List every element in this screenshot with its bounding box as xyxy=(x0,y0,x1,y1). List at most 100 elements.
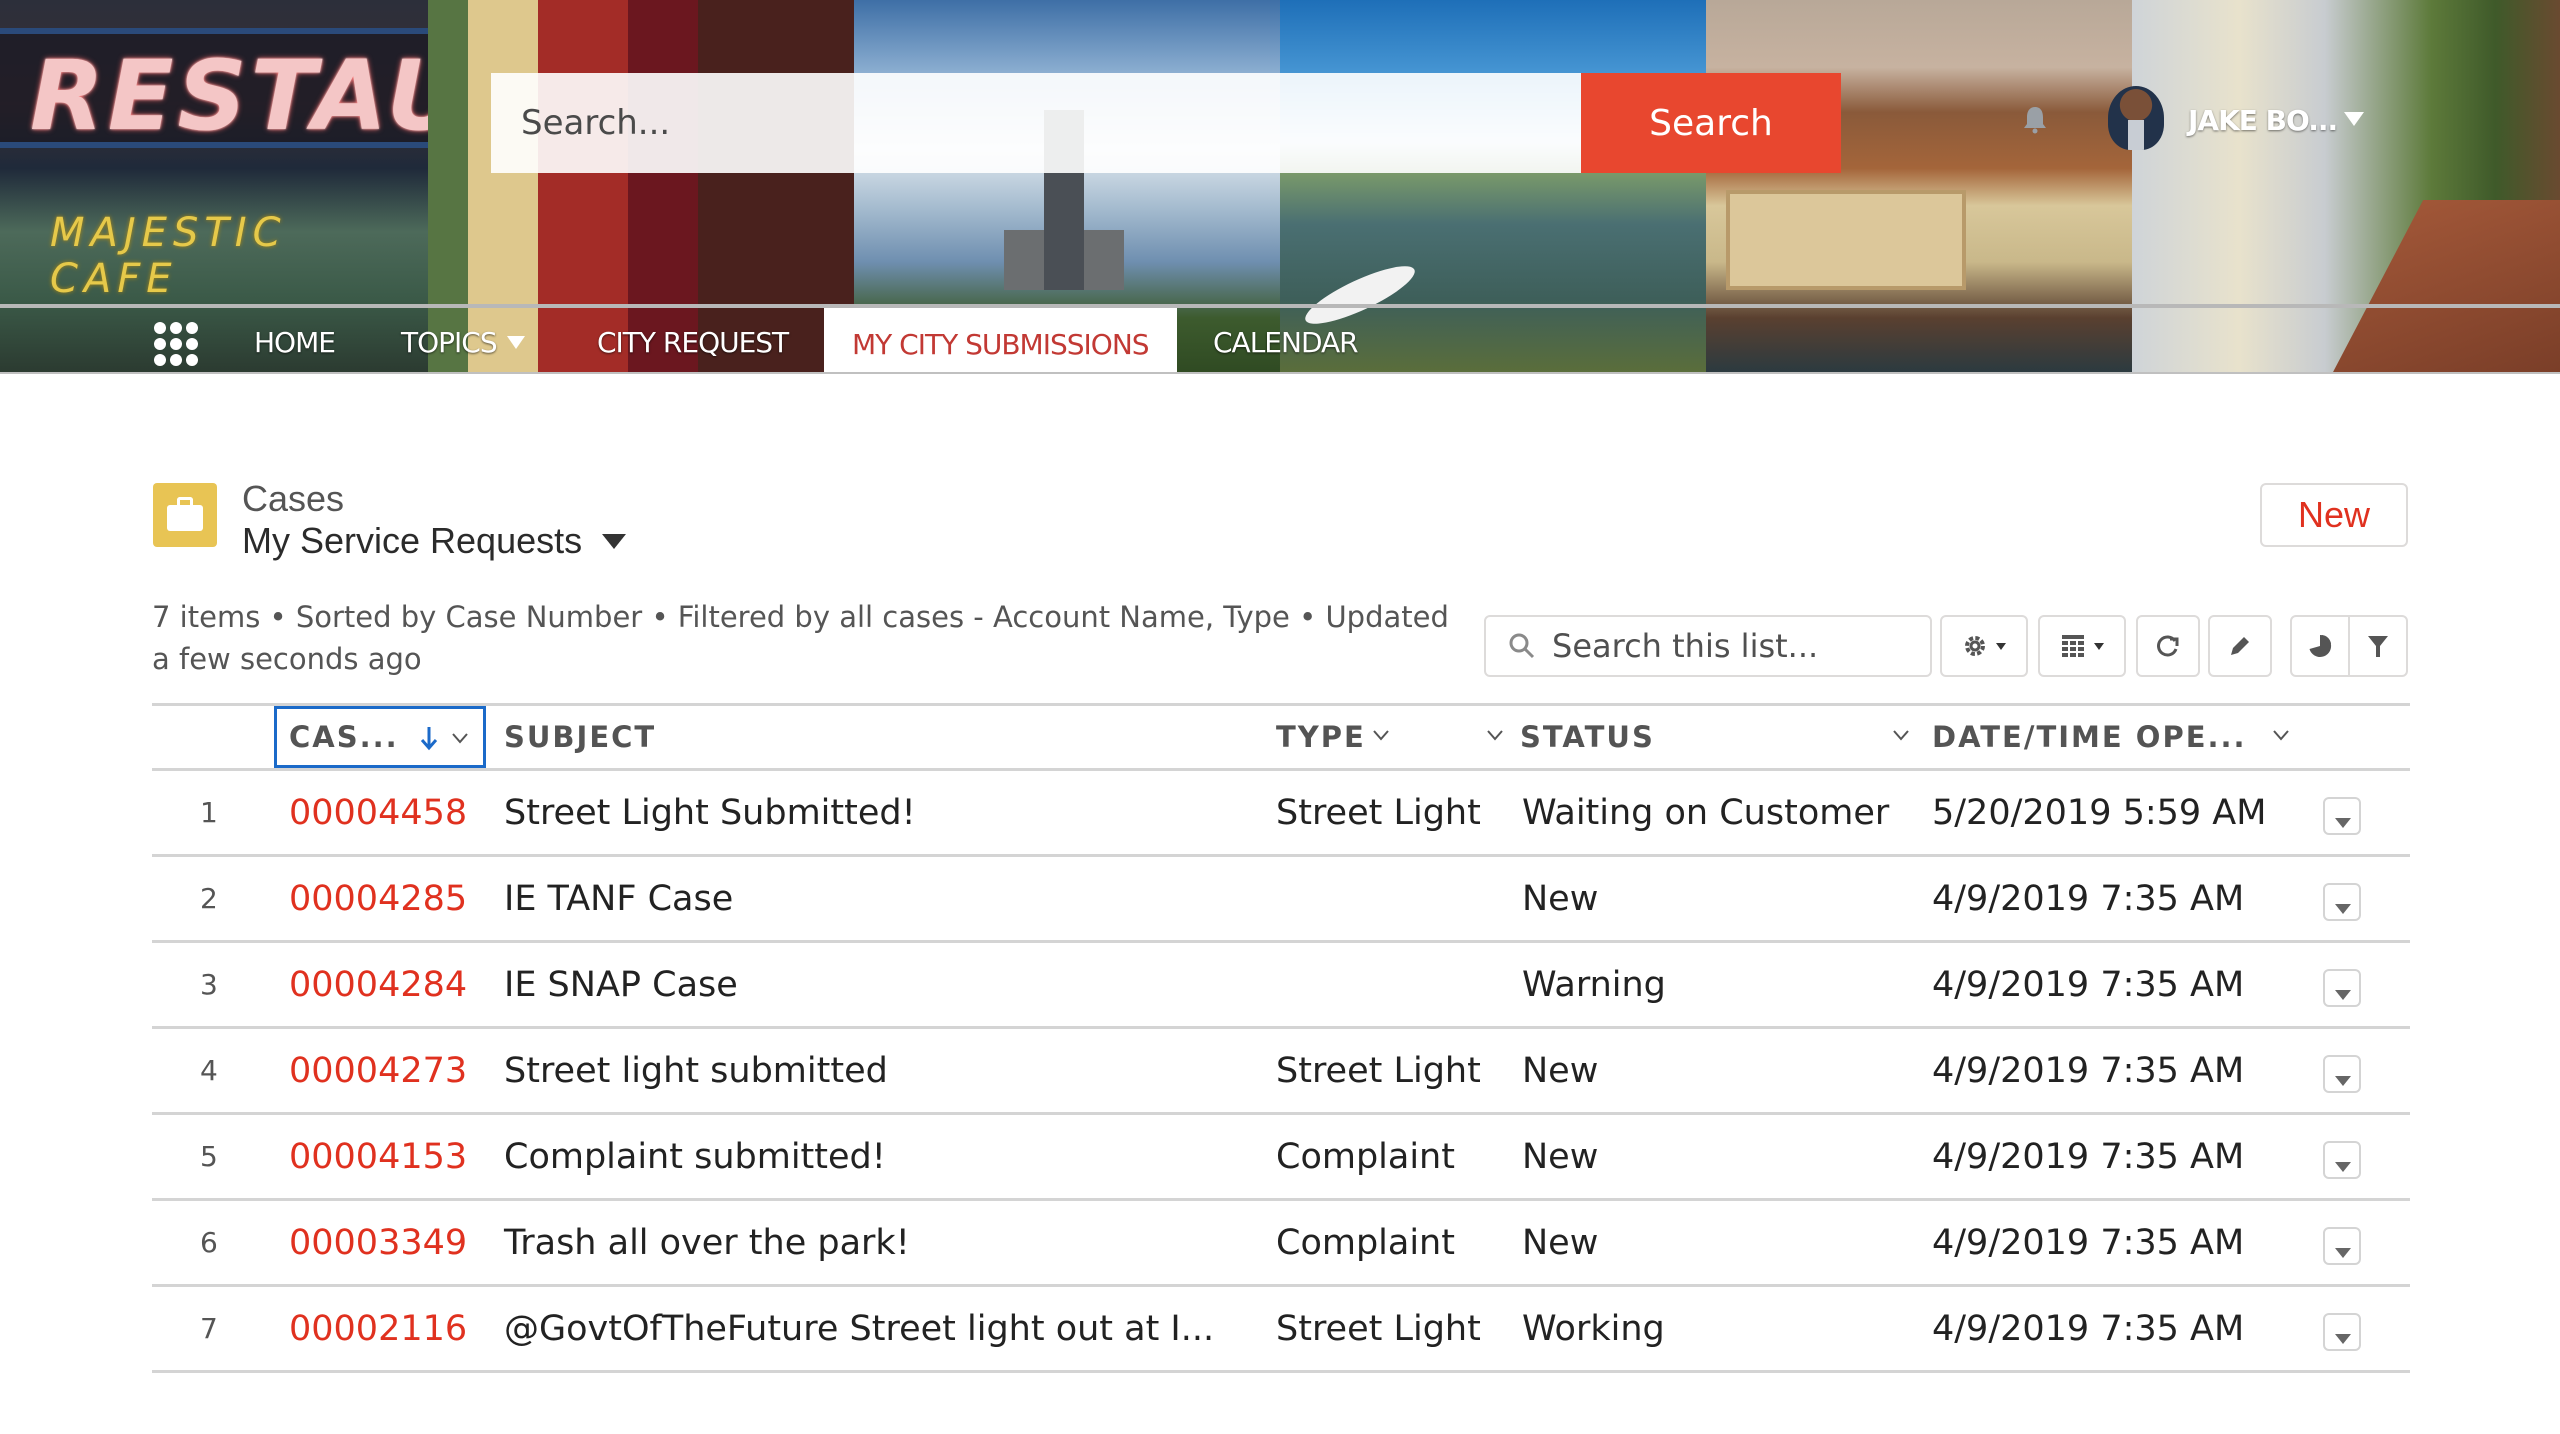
date-opened-cell: 4/9/2019 7:35 AM xyxy=(1932,1050,2245,1091)
row-actions-dropdown-icon[interactable] xyxy=(2323,1227,2361,1265)
column-header-status[interactable]: STATUS xyxy=(1520,706,1940,768)
table-icon xyxy=(2062,635,2084,657)
refresh-button[interactable] xyxy=(2136,615,2200,677)
list-metadata-updated: a few seconds ago xyxy=(152,642,422,676)
nav-item-label: CALENDAR xyxy=(1213,325,1359,359)
status-cell: New xyxy=(1522,1222,1599,1263)
column-header-label: TYPE xyxy=(1276,720,1366,754)
filter-icon xyxy=(2368,636,2388,657)
chevron-down-icon xyxy=(2094,642,2104,650)
cafe-sign: MAJESTIC CAFE xyxy=(50,210,287,302)
global-search-input[interactable]: Search... xyxy=(491,73,1581,173)
date-opened-cell: 4/9/2019 7:35 AM xyxy=(1932,1222,2245,1263)
row-actions-dropdown-icon[interactable] xyxy=(2323,969,2361,1007)
case-number-link[interactable]: 00003349 xyxy=(289,1201,467,1284)
nav-item-label: CITY REQUEST xyxy=(597,325,789,359)
nav-item-label: MY CITY SUBMISSIONS xyxy=(852,327,1150,361)
case-number-link[interactable]: 00004458 xyxy=(289,771,467,854)
charts-button[interactable] xyxy=(2292,617,2348,675)
cases-table: CAS... SUBJECT TYPE STATUS DATE/TIME OPE… xyxy=(152,703,2410,1373)
list-search-placeholder: Search this list... xyxy=(1552,627,1819,665)
global-search-button[interactable]: Search xyxy=(1581,73,1841,173)
type-cell: Street Light xyxy=(1276,1050,1481,1091)
table-row: 7 00002116 @GovtOfTheFuture Street light o… xyxy=(152,1287,2410,1373)
inline-edit-button[interactable] xyxy=(2208,615,2272,677)
chart-filter-button-group xyxy=(2290,615,2408,677)
list-metadata: 7 items • Sorted by Case Number • Filter… xyxy=(152,596,1452,680)
nav-divider xyxy=(0,372,2560,374)
column-header-label: STATUS xyxy=(1520,720,1655,754)
type-cell: Complaint xyxy=(1276,1222,1455,1263)
row-actions-dropdown-icon[interactable] xyxy=(2323,1313,2361,1351)
table-row: 3 00004284 IE SNAP Case Warning 4/9/2019 7:3… xyxy=(152,943,2410,1029)
pencil-icon xyxy=(2231,637,2249,655)
user-name[interactable]: JAKE BO... xyxy=(2188,104,2338,137)
column-header-label: CAS... xyxy=(289,720,399,754)
case-number-link[interactable]: 00004285 xyxy=(289,857,467,940)
subject-cell: Street light submitted xyxy=(504,1050,888,1091)
subject-cell: Complaint submitted! xyxy=(504,1136,886,1177)
date-opened-cell: 4/9/2019 7:35 AM xyxy=(1932,1308,2245,1349)
nav-item-home[interactable]: HOME xyxy=(254,308,336,374)
list-settings-button[interactable] xyxy=(1940,615,2028,677)
subject-cell: @GovtOfTheFuture Street light out at I..… xyxy=(504,1308,1215,1349)
column-header-subject[interactable]: SUBJECT xyxy=(504,706,1404,768)
nav-item-topics[interactable]: TOPICS xyxy=(401,308,525,374)
type-cell: Street Light xyxy=(1276,1308,1481,1349)
table-row: 6 00003349 Trash all over the park! Complai… xyxy=(152,1201,2410,1287)
date-opened-cell: 4/9/2019 7:35 AM xyxy=(1932,1136,2245,1177)
status-cell: Waiting on Customer xyxy=(1522,792,1890,833)
notification-bell-icon[interactable] xyxy=(2020,104,2050,134)
user-avatar[interactable] xyxy=(2108,86,2164,150)
list-view-name: My Service Requests xyxy=(242,520,583,561)
case-number-link[interactable]: 00002116 xyxy=(289,1287,467,1370)
nav-item-calendar[interactable]: CALENDAR xyxy=(1213,308,1359,374)
nav-item-label: TOPICS xyxy=(401,325,498,359)
status-cell: Working xyxy=(1522,1308,1665,1349)
display-as-button[interactable] xyxy=(2038,615,2126,677)
status-cell: Warning xyxy=(1522,964,1666,1005)
column-header-label: SUBJECT xyxy=(504,720,657,754)
column-header-date-opened[interactable]: DATE/TIME OPE... xyxy=(1932,706,2352,768)
chevron-down-icon xyxy=(602,533,627,549)
status-cell: New xyxy=(1522,1136,1599,1177)
list-metadata-line: 7 items • Sorted by Case Number • Filter… xyxy=(152,600,1449,634)
nav-item-label: HOME xyxy=(254,325,336,359)
header-banner: RESTAU MAJESTIC CAFE Search... Search JA… xyxy=(0,0,2560,374)
new-button[interactable]: New xyxy=(2260,483,2408,547)
status-cell: New xyxy=(1522,1050,1599,1091)
case-number-link[interactable]: 00004153 xyxy=(289,1115,467,1198)
column-header-label: DATE/TIME OPE... xyxy=(1932,720,2247,754)
chevron-down-icon[interactable] xyxy=(451,729,469,747)
chevron-down-icon[interactable] xyxy=(2272,726,2290,744)
list-search-input[interactable]: Search this list... xyxy=(1484,615,1932,677)
list-view-selector[interactable]: My Service Requests xyxy=(242,520,627,562)
app-launcher-icon[interactable] xyxy=(154,322,198,366)
table-header: CAS... SUBJECT TYPE STATUS DATE/TIME OPE… xyxy=(152,703,2410,771)
row-actions-dropdown-icon[interactable] xyxy=(2323,797,2361,835)
row-actions-dropdown-icon[interactable] xyxy=(2323,883,2361,921)
row-number: 7 xyxy=(200,1312,218,1345)
restaurant-sign: RESTAU xyxy=(30,40,469,152)
chevron-down-icon[interactable] xyxy=(1486,726,1504,744)
date-opened-cell: 5/20/2019 5:59 AM xyxy=(1932,792,2267,833)
row-actions-dropdown-icon[interactable] xyxy=(2323,1141,2361,1179)
chevron-down-icon[interactable] xyxy=(1892,726,1910,744)
row-actions-dropdown-icon[interactable] xyxy=(2323,1055,2361,1093)
date-opened-cell: 4/9/2019 7:35 AM xyxy=(1932,878,2245,919)
filters-button[interactable] xyxy=(2348,617,2406,675)
column-header-type[interactable]: TYPE xyxy=(1276,706,1516,768)
object-label: Cases xyxy=(242,478,345,519)
column-header-case-number[interactable]: CAS... xyxy=(274,706,486,768)
case-number-link[interactable]: 00004273 xyxy=(289,1029,467,1112)
table-row: 1 00004458 Street Light Submitted! Street L… xyxy=(152,771,2410,857)
nav-item-city-request[interactable]: CITY REQUEST xyxy=(597,308,789,374)
row-number: 6 xyxy=(200,1226,218,1259)
case-number-link[interactable]: 00004284 xyxy=(289,943,467,1026)
status-cell: New xyxy=(1522,878,1599,919)
nav-item-my-city-submissions[interactable]: MY CITY SUBMISSIONS xyxy=(824,308,1177,374)
user-menu-caret-icon[interactable] xyxy=(2344,112,2364,126)
type-cell: Complaint xyxy=(1276,1136,1455,1177)
table-row: 2 00004285 IE TANF Case New 4/9/2019 7:35 AM xyxy=(152,857,2410,943)
row-number: 5 xyxy=(200,1140,218,1173)
